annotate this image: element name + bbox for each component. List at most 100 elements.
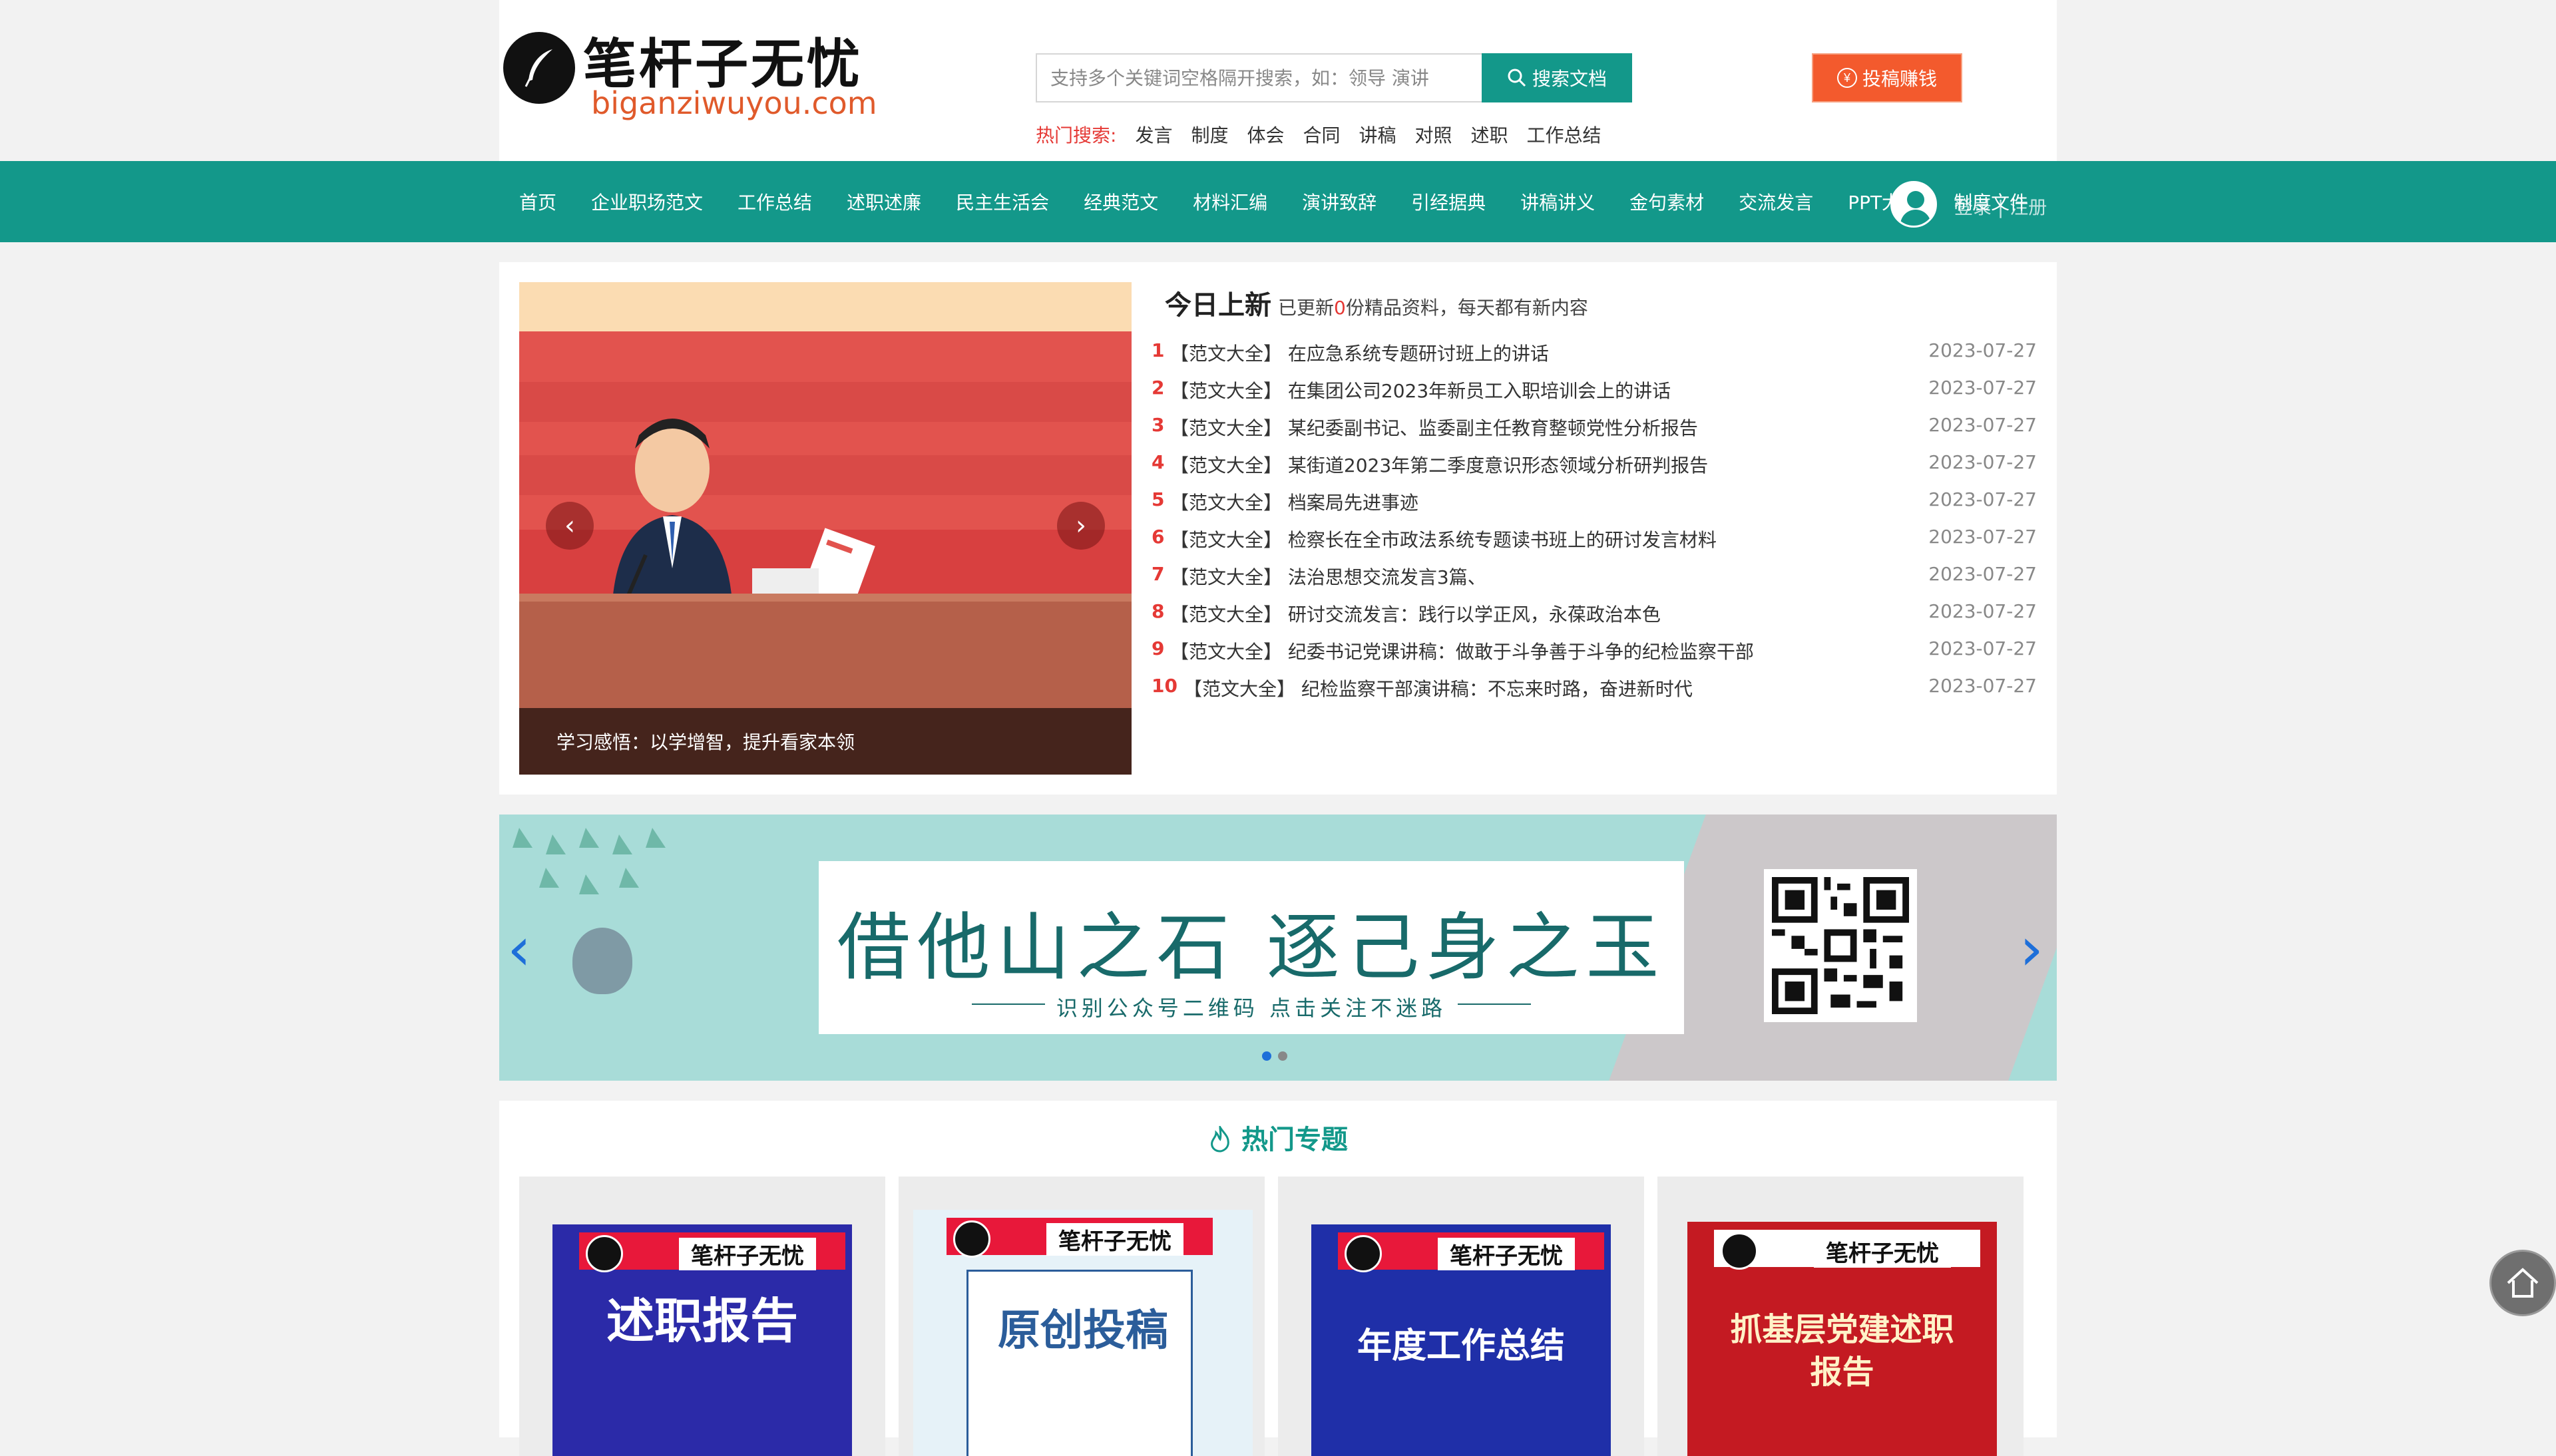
slider-next-arrow-icon[interactable]: › (1057, 502, 1105, 550)
slider-caption[interactable]: 学习感悟：以学增智，提升看家本领 (519, 708, 1132, 775)
news-title[interactable]: 【范文大全】 研讨交流发言：践行以学正风，永葆政治本色 (1170, 600, 1661, 627)
hot-search-item[interactable]: 体会 (1247, 121, 1284, 148)
news-list-item[interactable]: 5 【范文大全】 档案局先进事迹 2023-07-27 (1152, 484, 2037, 522)
news-title[interactable]: 【范文大全】 法治思想交流发言3篇、 (1170, 563, 1486, 590)
news-date: 2023-07-27 (1928, 600, 2037, 622)
wechat-qr-banner[interactable]: 借他山之石 逐己身之玉 识别公众号二维码 点击关注不迷路 ‹ › (499, 815, 2057, 1081)
nav-item-democratic-life[interactable]: 民主生活会 (956, 188, 1049, 215)
hot-search-item[interactable]: 述职 (1471, 121, 1508, 148)
hot-search-item[interactable]: 工作总结 (1527, 121, 1601, 148)
nav-item-work-summary[interactable]: 工作总结 (738, 188, 812, 215)
hot-search-item[interactable]: 对照 (1415, 121, 1452, 148)
login-register-link[interactable]: 登录 | 注册 (1954, 193, 2047, 220)
image-slider[interactable]: ‹ › 学习感悟：以学增智，提升看家本领 (519, 282, 1132, 775)
news-list-item[interactable]: 6 【范文大全】 检察长在全市政法系统专题读书班上的研讨发言材料 2023-07-2… (1152, 522, 2037, 559)
topic-card[interactable]: 笔杆子无忧 述职报告 (519, 1177, 885, 1456)
flame-icon (1211, 1123, 1229, 1153)
news-date: 2023-07-27 (1928, 451, 2037, 473)
nav-item-lectures[interactable]: 讲稿讲义 (1520, 188, 1595, 215)
cover-title: 原创投稿 (998, 1306, 1168, 1356)
news-list-item[interactable]: 2 【范文大全】 在集团公司2023年新员工入职培训会上的讲话 2023-07-27 (1152, 373, 2037, 410)
news-date: 2023-07-27 (1928, 414, 2037, 436)
slider-prev-arrow-icon[interactable]: ‹ (546, 502, 594, 550)
hot-search-item[interactable]: 发言 (1135, 121, 1172, 148)
cover-tag-label: 笔杆子无忧 (1046, 1223, 1183, 1256)
hot-topics-title: 热门专题 (1241, 1125, 1348, 1155)
topic-card[interactable]: 笔杆子无忧 抓基层党建述职报告 (1657, 1177, 2024, 1456)
news-rank: 6 (1152, 526, 1165, 548)
banner-prev-arrow-icon[interactable]: ‹ (507, 914, 531, 984)
home-float-button[interactable] (2489, 1250, 2556, 1316)
user-avatar-icon[interactable] (1890, 181, 1937, 228)
news-rank: 8 (1152, 600, 1165, 622)
cover-tag-label: 笔杆子无忧 (1438, 1238, 1575, 1270)
topic-cover: 笔杆子无忧 原创投稿 (913, 1210, 1253, 1456)
balloon-icon (572, 928, 632, 994)
nav-item-enterprise[interactable]: 企业职场范文 (591, 188, 703, 215)
banner-dot[interactable] (1262, 1051, 1271, 1061)
topic-card[interactable]: 笔杆子无忧 原创投稿 (899, 1177, 1265, 1456)
cover-title: 年度工作总结 (1357, 1326, 1565, 1366)
nav-item-speeches[interactable]: 演讲致辞 (1302, 188, 1377, 215)
qr-code-icon (1764, 869, 1917, 1022)
navbar-inner: 首页 企业职场范文 工作总结 述职述廉 民主生活会 经典范文 材料汇编 演讲致辞… (499, 161, 2057, 242)
news-title[interactable]: 【范文大全】 检察长在全市政法系统专题读书班上的研讨发言材料 (1170, 526, 1717, 552)
nav-menu: 首页 企业职场范文 工作总结 述职述廉 民主生活会 经典范文 材料汇编 演讲致辞… (519, 161, 2063, 242)
news-title[interactable]: 【范文大全】 纪委书记党课讲稿：做敢于斗争善于斗争的纪检监察干部 (1170, 637, 1754, 664)
hot-topics-header: 热门专题 (499, 1118, 2057, 1157)
search-icon (1508, 69, 1526, 87)
news-rank: 2 (1152, 377, 1165, 399)
nav-item-home[interactable]: 首页 (519, 188, 556, 215)
cover-title: 抓基层党建述职报告 (1730, 1311, 1954, 1391)
banner-title: 借他山之石 逐己身之玉 (837, 905, 1666, 990)
nav-item-exchange[interactable]: 交流发言 (1739, 188, 1813, 215)
topic-card[interactable]: 笔杆子无忧 年度工作总结 (1278, 1177, 1644, 1456)
hot-search-item[interactable]: 讲稿 (1359, 121, 1396, 148)
nav-item-materials[interactable]: 材料汇编 (1193, 188, 1267, 215)
hot-search-bar: 热门搜索: 发言 制度 体会 合同 讲稿 对照 述职 工作总结 (1036, 121, 1601, 148)
news-date: 2023-07-27 (1928, 377, 2037, 399)
today-new-title: 今日上新 (1165, 290, 1271, 321)
nav-item-duty-report[interactable]: 述职述廉 (847, 188, 921, 215)
news-title[interactable]: 【范文大全】 档案局先进事迹 (1170, 488, 1418, 515)
logo-domain: biganziwuyou.com (591, 85, 877, 121)
submit-earn-button[interactable]: ¥ 投稿赚钱 (1812, 53, 1962, 102)
quill-logo-icon (586, 1235, 623, 1272)
banner-next-arrow-icon[interactable]: › (2020, 914, 2043, 984)
hot-search-item[interactable]: 合同 (1303, 121, 1340, 148)
news-list-item[interactable]: 10 【范文大全】 纪检监察干部演讲稿：不忘来时路，奋进新时代 2023-07-27 (1152, 671, 2037, 708)
search-box (1036, 53, 1482, 102)
news-rank: 9 (1152, 637, 1165, 659)
news-title[interactable]: 【范文大全】 某纪委副书记、监委副主任教育整顿党性分析报告 (1170, 414, 1698, 441)
news-list-item[interactable]: 4 【范文大全】 某街道2023年第二季度意识形态领域分析研判报告 2023-07-… (1152, 447, 2037, 484)
hot-topics-panel: 热门专题 笔杆子无忧 述职报告 笔杆子无忧 原创投稿 笔杆子无忧 年度工作总结 … (499, 1101, 2057, 1456)
news-title[interactable]: 【范文大全】 在应急系统专题研讨班上的讲话 (1170, 339, 1549, 366)
nav-item-golden-sentences[interactable]: 金句素材 (1629, 188, 1704, 215)
topic-cards: 笔杆子无忧 述职报告 笔杆子无忧 原创投稿 笔杆子无忧 年度工作总结 笔杆子无忧… (519, 1177, 2024, 1456)
hot-search-item[interactable]: 制度 (1191, 121, 1228, 148)
news-rank: 4 (1152, 451, 1165, 473)
search-button[interactable]: 搜索文档 (1482, 53, 1632, 102)
search-input[interactable] (1037, 55, 1482, 101)
news-list-item[interactable]: 9 【范文大全】 纪委书记党课讲稿：做敢于斗争善于斗争的纪检监察干部 2023-07… (1152, 634, 2037, 671)
nav-item-quotes[interactable]: 引经据典 (1411, 188, 1486, 215)
news-date: 2023-07-27 (1928, 526, 2037, 548)
news-list-item[interactable]: 3 【范文大全】 某纪委副书记、监委副主任教育整顿党性分析报告 2023-07-27 (1152, 410, 2037, 447)
top-content-panel: ‹ › 学习感悟：以学增智，提升看家本领 今日上新 已更新0份精品资料，每天都有… (499, 262, 2057, 795)
news-title[interactable]: 【范文大全】 在集团公司2023年新员工入职培训会上的讲话 (1170, 377, 1671, 403)
site-logo[interactable]: 笔杆子无忧 biganziwuyou.com (503, 20, 877, 126)
banner-dot[interactable] (1278, 1051, 1287, 1061)
news-date: 2023-07-27 (1928, 563, 2037, 585)
main-navbar: 首页 企业职场范文 工作总结 述职述廉 民主生活会 经典范文 材料汇编 演讲致辞… (0, 161, 2556, 242)
news-title[interactable]: 【范文大全】 纪检监察干部演讲稿：不忘来时路，奋进新时代 (1183, 675, 1693, 701)
news-rank: 10 (1152, 675, 1177, 697)
news-list-item[interactable]: 1 【范文大全】 在应急系统专题研讨班上的讲话 2023-07-27 (1152, 335, 2037, 373)
submit-button-label: 投稿赚钱 (1862, 69, 1937, 89)
nav-item-classic[interactable]: 经典范文 (1084, 188, 1158, 215)
quill-logo-icon (1345, 1235, 1382, 1272)
today-new-subtitle: 已更新0份精品资料，每天都有新内容 (1278, 293, 1588, 320)
news-title[interactable]: 【范文大全】 某街道2023年第二季度意识形态领域分析研判报告 (1170, 451, 1708, 478)
news-list-item[interactable]: 8 【范文大全】 研讨交流发言：践行以学正风，永葆政治本色 2023-07-27 (1152, 596, 2037, 634)
banner-pagination (1262, 1051, 1287, 1061)
news-list-item[interactable]: 7 【范文大全】 法治思想交流发言3篇、 2023-07-27 (1152, 559, 2037, 596)
